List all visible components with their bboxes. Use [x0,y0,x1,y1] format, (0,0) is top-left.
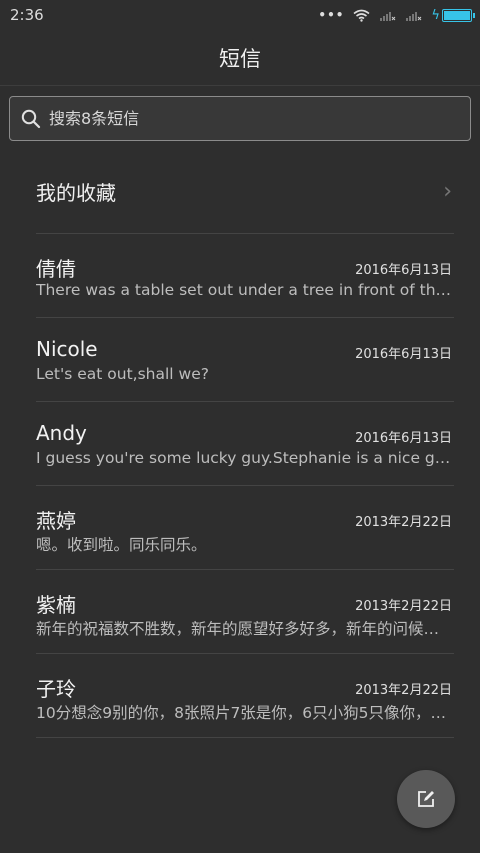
message-date: 2016年6月13日 [355,347,452,362]
favorites-label: 我的收藏 [36,181,116,205]
signal-off-icon-2 [406,12,422,21]
message-date: 2016年6月13日 [355,263,452,278]
message-preview: 嗯。收到啦。同乐同乐。 [36,536,207,554]
conversation-row[interactable]: Andy 2016年6月13日 I guess you're some luck… [36,402,454,486]
battery-icon [442,8,475,22]
status-icons: ••• ϟ [318,7,475,23]
conversation-row[interactable]: 燕婷 2013年2月22日 嗯。收到啦。同乐同乐。 [36,486,454,570]
message-preview: 10分想念9别的你，8张照片7张是你，6只小狗5只像你，4季 [36,704,454,722]
message-preview: Let's eat out,shall we? [36,365,209,383]
contact-name: Andy [36,421,87,445]
conversation-row[interactable]: 紫楠 2013年2月22日 新年的祝福数不胜数，新年的愿望好多好多，新年的问候和… [36,570,454,654]
message-date: 2013年2月22日 [355,599,452,614]
message-preview: I guess you're some lucky guy.Stephanie … [36,449,454,467]
more-dots-icon: ••• [318,8,345,22]
contact-name: 倩倩 [36,257,76,281]
message-preview: 新年的祝福数不胜数，新年的愿望好多好多，新年的问候和祝愿 [36,620,454,638]
battery-fill [444,10,470,20]
chevron-right-icon: › [443,179,452,204]
favorites-item[interactable]: 我的收藏 › [36,150,454,234]
contact-name: Nicole [36,337,98,361]
contact-name: 燕婷 [36,509,76,533]
message-date: 2013年2月22日 [355,683,452,698]
conversation-list: 倩倩 2016年6月13日 There was a table set out … [36,234,454,738]
signal-off-icon [380,12,396,21]
compose-button[interactable] [397,770,455,828]
search-box[interactable] [9,96,471,141]
message-date: 2013年2月22日 [355,515,452,530]
conversation-row[interactable]: 倩倩 2016年6月13日 There was a table set out … [36,234,454,318]
contact-name: 子玲 [36,677,76,701]
conversation-row[interactable]: 子玲 2013年2月22日 10分想念9别的你，8张照片7张是你，6只小狗5只像… [36,654,454,738]
contact-name: 紫楠 [36,593,76,617]
compose-icon [418,791,434,807]
search-icon [21,109,41,128]
conversation-row[interactable]: Nicole 2016年6月13日 Let's eat out,shall we… [36,318,454,402]
battery-group: ϟ [431,7,475,23]
message-date: 2016年6月13日 [355,431,452,446]
message-preview: There was a table set out under a tree i… [36,281,454,299]
status-time: 2:36 [10,6,44,24]
page-title: 短信 [0,30,480,86]
wifi-icon [353,9,370,22]
search-input[interactable] [49,109,449,128]
status-bar: 2:36 ••• ϟ [0,0,480,30]
charging-icon: ϟ [431,7,440,23]
